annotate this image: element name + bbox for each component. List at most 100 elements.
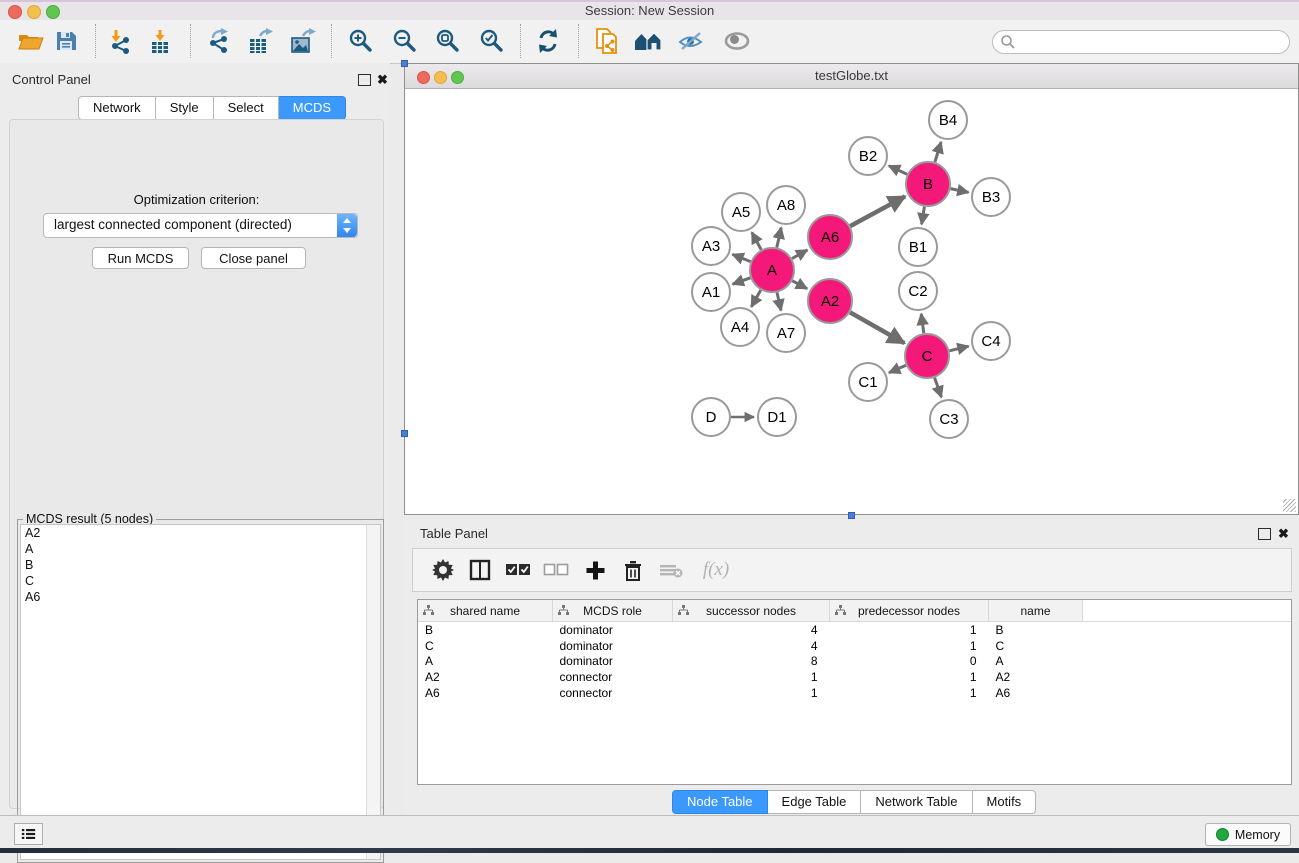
edge-C-C3[interactable] (935, 378, 942, 398)
hide-eye-button[interactable] (673, 23, 709, 59)
edge-C-C1[interactable] (889, 365, 906, 372)
eye-button[interactable] (719, 23, 755, 59)
frame-grip-left[interactable] (401, 430, 408, 437)
table-cell[interactable]: A2 (418, 669, 553, 685)
result-item[interactable]: A6 (21, 589, 380, 605)
save-session-button[interactable] (48, 23, 84, 59)
close-panel-button[interactable]: Close panel (201, 247, 306, 269)
table-cell[interactable]: A2 (989, 669, 1083, 685)
result-item[interactable]: B (21, 557, 380, 573)
result-scrollbar[interactable] (366, 525, 380, 859)
delete-column-button[interactable] (616, 553, 650, 587)
edge-A-A3[interactable] (732, 254, 750, 261)
network-window-titlebar[interactable]: testGlobe.txt (405, 64, 1298, 89)
unselect-all-button[interactable] (539, 553, 573, 587)
refresh-button[interactable] (530, 23, 566, 59)
edge-C-C2[interactable] (921, 314, 924, 333)
edge-B-B1[interactable] (922, 207, 925, 225)
close-window-button[interactable] (8, 5, 22, 19)
table-cell[interactable]: connector (553, 685, 673, 701)
edge-A-A6[interactable] (792, 250, 807, 259)
table-row[interactable]: A6connector11A6 (418, 685, 1291, 701)
edge-A-A5[interactable] (752, 232, 761, 249)
function-builder-button[interactable]: f(x) (694, 553, 738, 587)
result-item[interactable]: C (21, 573, 380, 589)
graph-node-A[interactable]: A (750, 248, 794, 292)
mcds-result-list[interactable]: A2ABCA6 (20, 524, 381, 860)
network-zoom-button[interactable] (451, 71, 464, 84)
show-columns-button[interactable] (463, 553, 497, 587)
edge-A-A7[interactable] (777, 293, 781, 311)
frame-grip-topleft[interactable] (401, 60, 408, 67)
clone-network-button[interactable] (589, 23, 625, 59)
table-row[interactable]: Cdominator41C (418, 638, 1291, 654)
run-mcds-button[interactable]: Run MCDS (92, 247, 189, 269)
zoom-fit-button[interactable] (430, 23, 466, 59)
table-row[interactable]: Adominator80A (418, 653, 1291, 669)
graph-node-A8[interactable]: A8 (767, 186, 805, 224)
graph-node-C2[interactable]: C2 (899, 272, 937, 310)
graph-node-C4[interactable]: C4 (972, 322, 1010, 360)
criterion-dropdown[interactable]: largest connected component (directed) (43, 213, 358, 238)
edge-B-B3[interactable] (951, 189, 969, 193)
graph-node-A7[interactable]: A7 (767, 314, 805, 352)
tab-select[interactable]: Select (214, 96, 279, 120)
graph-node-B4[interactable]: B4 (929, 101, 967, 139)
table-row[interactable]: Bdominator41B (418, 622, 1291, 638)
edge-A-A1[interactable] (733, 278, 751, 284)
graph-node-C1[interactable]: C1 (849, 363, 887, 401)
zoom-out-button[interactable] (387, 23, 423, 59)
table-cell[interactable]: 0 (830, 653, 989, 669)
memory-button[interactable]: Memory (1205, 823, 1291, 846)
table-cell[interactable]: 1 (673, 669, 830, 685)
float-table-panel-icon[interactable] (1258, 528, 1271, 540)
edge-A-A8[interactable] (777, 228, 781, 248)
result-item[interactable]: A (21, 541, 380, 557)
export-image-button[interactable] (285, 23, 321, 59)
table-cell[interactable]: 1 (830, 622, 989, 638)
tab-mcds[interactable]: MCDS (279, 96, 346, 120)
graph-node-A1[interactable]: A1 (692, 273, 730, 311)
table-cell[interactable]: A6 (418, 685, 553, 701)
graph-node-A6[interactable]: A6 (808, 215, 852, 259)
graph-node-A5[interactable]: A5 (722, 193, 760, 231)
table-cell[interactable]: 8 (673, 653, 830, 669)
table-cell[interactable]: C (989, 638, 1083, 654)
tab-motifs[interactable]: Motifs (973, 790, 1037, 814)
export-network-button[interactable] (201, 23, 237, 59)
table-cell[interactable]: 1 (673, 685, 830, 701)
export-table-button[interactable] (243, 23, 279, 59)
search-input[interactable] (1019, 32, 1283, 52)
edge-C-C4[interactable] (949, 346, 968, 351)
houses-button[interactable] (630, 23, 666, 59)
import-network-button[interactable] (102, 23, 138, 59)
select-all-button[interactable] (501, 553, 535, 587)
edge-A2-C[interactable] (850, 312, 904, 343)
table-cell[interactable]: C (418, 638, 553, 654)
close-table-panel-icon[interactable]: ✖ (1278, 528, 1289, 539)
node-table[interactable]: shared nameMCDS rolesuccessor nodesprede… (418, 600, 1291, 700)
table-settings-button[interactable] (426, 553, 460, 587)
result-item[interactable]: A2 (21, 525, 380, 541)
table-cell[interactable]: B (418, 622, 553, 638)
delete-table-button[interactable] (654, 553, 688, 587)
graph-node-C[interactable]: C (905, 334, 949, 378)
open-session-button[interactable] (13, 23, 49, 59)
graph-node-B2[interactable]: B2 (849, 137, 887, 175)
edge-A6-B[interactable] (850, 196, 905, 226)
table-cell[interactable]: connector (553, 669, 673, 685)
table-cell[interactable]: 4 (673, 638, 830, 654)
network-canvas[interactable]: B4B2BB3A8A5A6A3B1AA1C2A2A4A7C4CC1C3DD1 (406, 89, 1297, 514)
graph-node-A2[interactable]: A2 (808, 279, 852, 323)
tab-style[interactable]: Style (156, 96, 214, 120)
show-panels-button[interactable] (14, 823, 43, 845)
window-resize-grip[interactable] (1283, 499, 1296, 512)
column-header-name[interactable]: name (989, 600, 1083, 622)
column-header-MCDS-role[interactable]: MCDS role (553, 600, 673, 622)
table-cell[interactable]: 1 (830, 669, 989, 685)
table-cell[interactable]: A6 (989, 685, 1083, 701)
column-header-successor-nodes[interactable]: successor nodes (673, 600, 830, 622)
tab-node-table[interactable]: Node Table (672, 790, 768, 814)
tab-network[interactable]: Network (78, 96, 156, 120)
table-cell[interactable]: dominator (553, 622, 673, 638)
